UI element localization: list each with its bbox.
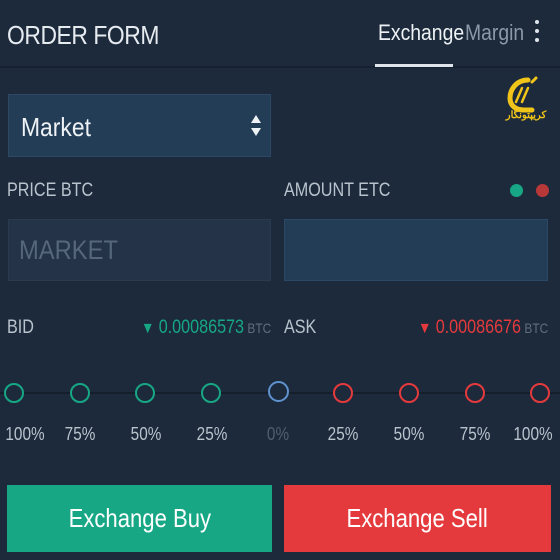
slider-step-buy-100[interactable] bbox=[4, 383, 24, 403]
more-options-icon[interactable] bbox=[532, 20, 542, 42]
order-form-header: ORDER FORM Exchange Margin bbox=[0, 0, 560, 68]
bid-label: BID bbox=[7, 317, 34, 338]
sell-button-label: Exchange Sell bbox=[346, 503, 489, 533]
price-placeholder: MARKET bbox=[19, 235, 119, 265]
price-label: PRICE BTC bbox=[7, 180, 94, 201]
watermark-logo bbox=[507, 76, 538, 113]
slider-step-sell-25[interactable] bbox=[333, 383, 353, 403]
slider-step-sell-50[interactable] bbox=[399, 383, 419, 403]
order-type-value: Market bbox=[21, 112, 91, 142]
ask-unit: BTC bbox=[524, 320, 548, 336]
select-arrows-icon bbox=[251, 115, 261, 136]
slider-label-buy-50: 50% bbox=[130, 424, 162, 444]
slider-step-buy-25[interactable] bbox=[201, 383, 221, 403]
slider-handle[interactable] bbox=[268, 381, 289, 402]
bid-price: ▼ 0.00086573 BTC bbox=[141, 317, 271, 339]
buy-indicator-dot bbox=[510, 184, 523, 197]
slider-step-buy-50[interactable] bbox=[135, 383, 155, 403]
bid-price-value: 0.00086573 bbox=[158, 317, 244, 338]
slider-step-sell-100[interactable] bbox=[530, 383, 550, 403]
amount-label: AMOUNT ETC bbox=[284, 180, 391, 201]
slider-step-buy-75[interactable] bbox=[70, 383, 90, 403]
slider-label-buy-75: 75% bbox=[64, 424, 96, 444]
slider-label-sell-25: 25% bbox=[327, 424, 359, 444]
bid-unit: BTC bbox=[247, 320, 271, 336]
watermark-text: کریپتونگار bbox=[505, 110, 547, 121]
slider-label-sell-50: 50% bbox=[393, 424, 425, 444]
tab-exchange[interactable]: Exchange bbox=[378, 20, 464, 46]
order-type-select[interactable]: Market bbox=[8, 94, 271, 157]
slider-step-sell-75[interactable] bbox=[465, 383, 485, 403]
sell-indicator-dot bbox=[536, 184, 549, 197]
amount-input[interactable] bbox=[284, 219, 548, 281]
active-tab-indicator bbox=[375, 64, 453, 67]
slider-label-sell-75: 75% bbox=[459, 424, 491, 444]
ask-label: ASK bbox=[284, 317, 317, 338]
slider-label-zero: 0% bbox=[266, 424, 290, 444]
down-arrow-icon: ▼ bbox=[140, 320, 155, 337]
slider-label-buy-100: 100% bbox=[5, 424, 45, 444]
down-arrow-icon: ▼ bbox=[417, 320, 432, 337]
slider-label-buy-25: 25% bbox=[196, 424, 228, 444]
exchange-buy-button[interactable]: Exchange Buy bbox=[7, 485, 272, 552]
slider-label-sell-100: 100% bbox=[513, 424, 553, 444]
ask-price: ▼ 0.00086676 BTC bbox=[418, 317, 548, 339]
ask-price-value: 0.00086676 bbox=[435, 317, 521, 338]
buy-button-label: Exchange Buy bbox=[68, 503, 211, 533]
page-title: ORDER FORM bbox=[7, 20, 159, 50]
tab-margin[interactable]: Margin bbox=[465, 20, 524, 46]
exchange-sell-button[interactable]: Exchange Sell bbox=[284, 485, 551, 552]
price-input[interactable]: MARKET bbox=[8, 219, 271, 281]
